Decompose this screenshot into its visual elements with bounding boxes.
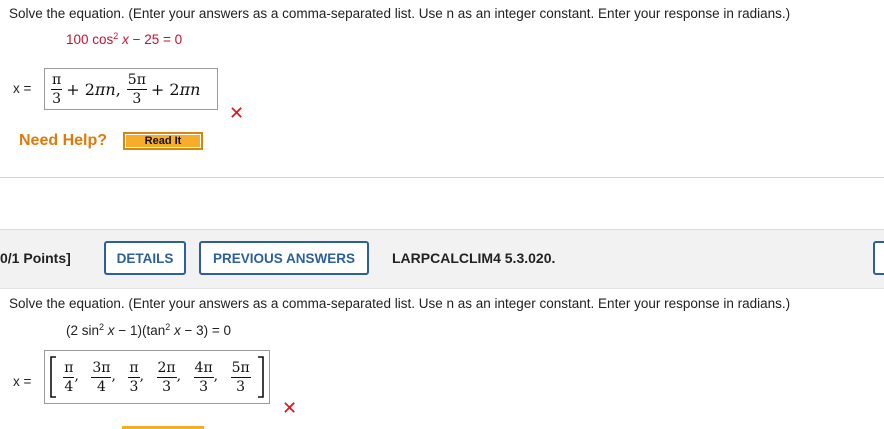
q1-eq-exponent: 2	[113, 31, 119, 41]
q2-answer-separator: ,	[213, 367, 219, 384]
q1-eq-variable: x	[122, 32, 129, 47]
q2-answer-fraction: 5π 3	[230, 359, 251, 395]
q2-equation: (2 sin2 x − 1)(tan2 x − 3) = 0	[66, 322, 232, 339]
q1-answer-n: n	[190, 79, 201, 99]
read-it-button[interactable]: Read It	[123, 132, 203, 150]
q2-points: 0/1 Points]	[0, 250, 71, 266]
q1-x-label: x =	[13, 81, 32, 96]
q2-answer-fraction: π4,	[63, 359, 79, 395]
q1-answer-pi: π	[94, 79, 106, 99]
q1-eq-part: 100 cos	[66, 32, 114, 47]
q2-eq-part: − 3) = 0	[184, 323, 232, 338]
q2-eq-exponent: 2	[165, 322, 171, 332]
q1-answer-term: + 2	[150, 79, 180, 99]
right-bracket-icon	[258, 356, 264, 398]
q1-answer-field[interactable]: π3 + 2πn, 5π 3 + 2πn	[44, 68, 218, 110]
q2-eq-part: (2 sin	[66, 323, 100, 338]
q1-answer-n: n	[105, 79, 116, 99]
previous-answers-button[interactable]: PREVIOUS ANSWERS	[199, 241, 369, 275]
q2-problem-code: LARPCALCLIM4 5.3.020.	[392, 250, 556, 266]
q2-answer-list: π 4, 3π 4, π 3, 2π 3, 4π 3, 5π 3	[57, 361, 257, 394]
details-button[interactable]: DETAILS	[104, 241, 186, 275]
q2-answer-separator: ,	[111, 367, 116, 384]
left-bracket-icon	[50, 356, 56, 398]
q1-incorrect-icon: ✕	[229, 103, 245, 123]
q1-answer-fraction: 5π 3	[126, 71, 147, 107]
q2-answer-separator: ,	[176, 367, 182, 384]
q1-eq-part: − 25 = 0	[132, 32, 183, 47]
q2-x-label: x =	[13, 374, 32, 389]
q2-instructions: Solve the equation. (Enter your answers …	[9, 296, 791, 311]
q2-answer-fraction: 3π 4,	[91, 359, 116, 395]
q2-eq-exponent: 2	[99, 322, 105, 332]
q2-incorrect-icon: ✕	[282, 398, 298, 418]
q1-equation: 100 cos2 x − 25 = 0	[66, 31, 183, 48]
q2-answer-fraction: π3,	[128, 359, 145, 395]
section-divider	[0, 177, 884, 178]
need-help-label: Need Help?	[19, 132, 108, 149]
q2-eq-variable: x	[107, 323, 115, 338]
q2-eq-part: − 1)(tan	[118, 323, 166, 338]
q2-answer-separator: ,	[139, 367, 145, 384]
q1-answer-separator: ,	[115, 79, 121, 99]
q2-answer-field[interactable]: π 4, 3π 4, π 3, 2π 3, 4π 3, 5π 3	[44, 350, 270, 404]
q1-answer-term: + 2	[66, 79, 95, 99]
q1-answer-pi: π	[179, 79, 191, 99]
q2-answer-fraction: 4π 3,	[193, 359, 219, 395]
q2-header-partial-button[interactable]	[873, 241, 884, 275]
q2-answer-separator: ,	[74, 367, 79, 384]
q2-eq-variable: x	[174, 323, 181, 338]
q1-instructions: Solve the equation. (Enter your answers …	[9, 6, 791, 21]
q2-answer-fraction: 2π 3,	[156, 359, 182, 395]
q1-answer-fraction: π3	[51, 71, 63, 107]
